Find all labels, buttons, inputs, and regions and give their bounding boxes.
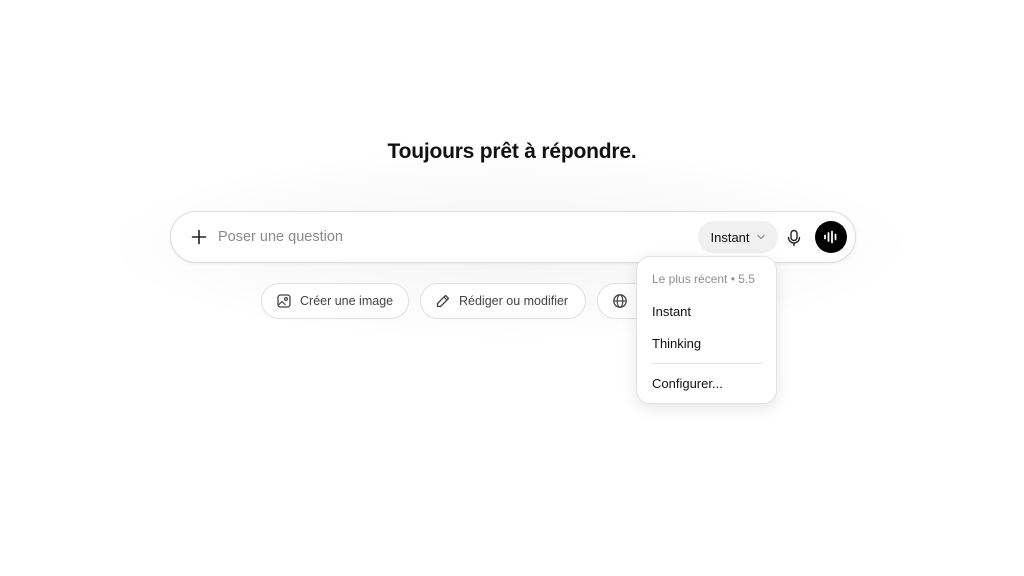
add-attachment-button[interactable] [185,223,213,251]
model-selector-button[interactable]: Instant [698,221,778,253]
menu-divider [651,363,763,364]
image-icon [277,294,291,308]
menu-item-instant[interactable]: Instant [652,304,691,319]
suggestion-label: Rédiger ou modifier [459,294,569,308]
page-title: Toujours prêt à répondre. [387,140,637,163]
dictate-button[interactable] [780,224,808,252]
model-dropdown-menu: Le plus récent • 5.5 Instant Thinking Co… [636,256,777,404]
microphone-icon [787,229,801,247]
prompt-input[interactable] [218,226,678,248]
voice-mode-button[interactable] [815,221,847,253]
pencil-icon [436,294,450,308]
chevron-down-icon [756,234,765,240]
menu-header: Le plus récent • 5.5 [652,272,755,286]
suggestion-write-edit[interactable]: Rédiger ou modifier [420,283,586,319]
globe-icon [613,294,627,308]
menu-item-thinking[interactable]: Thinking [652,336,701,351]
menu-item-configure[interactable]: Configurer... [652,376,723,391]
model-selector-label: Instant [710,229,750,245]
plus-icon [191,229,207,245]
suggestion-create-image[interactable]: Créer une image [261,283,409,319]
page: Toujours prêt à répondre. Instant [0,0,1024,576]
voice-waveform-icon [824,230,837,244]
suggestion-label: Créer une image [300,294,394,308]
